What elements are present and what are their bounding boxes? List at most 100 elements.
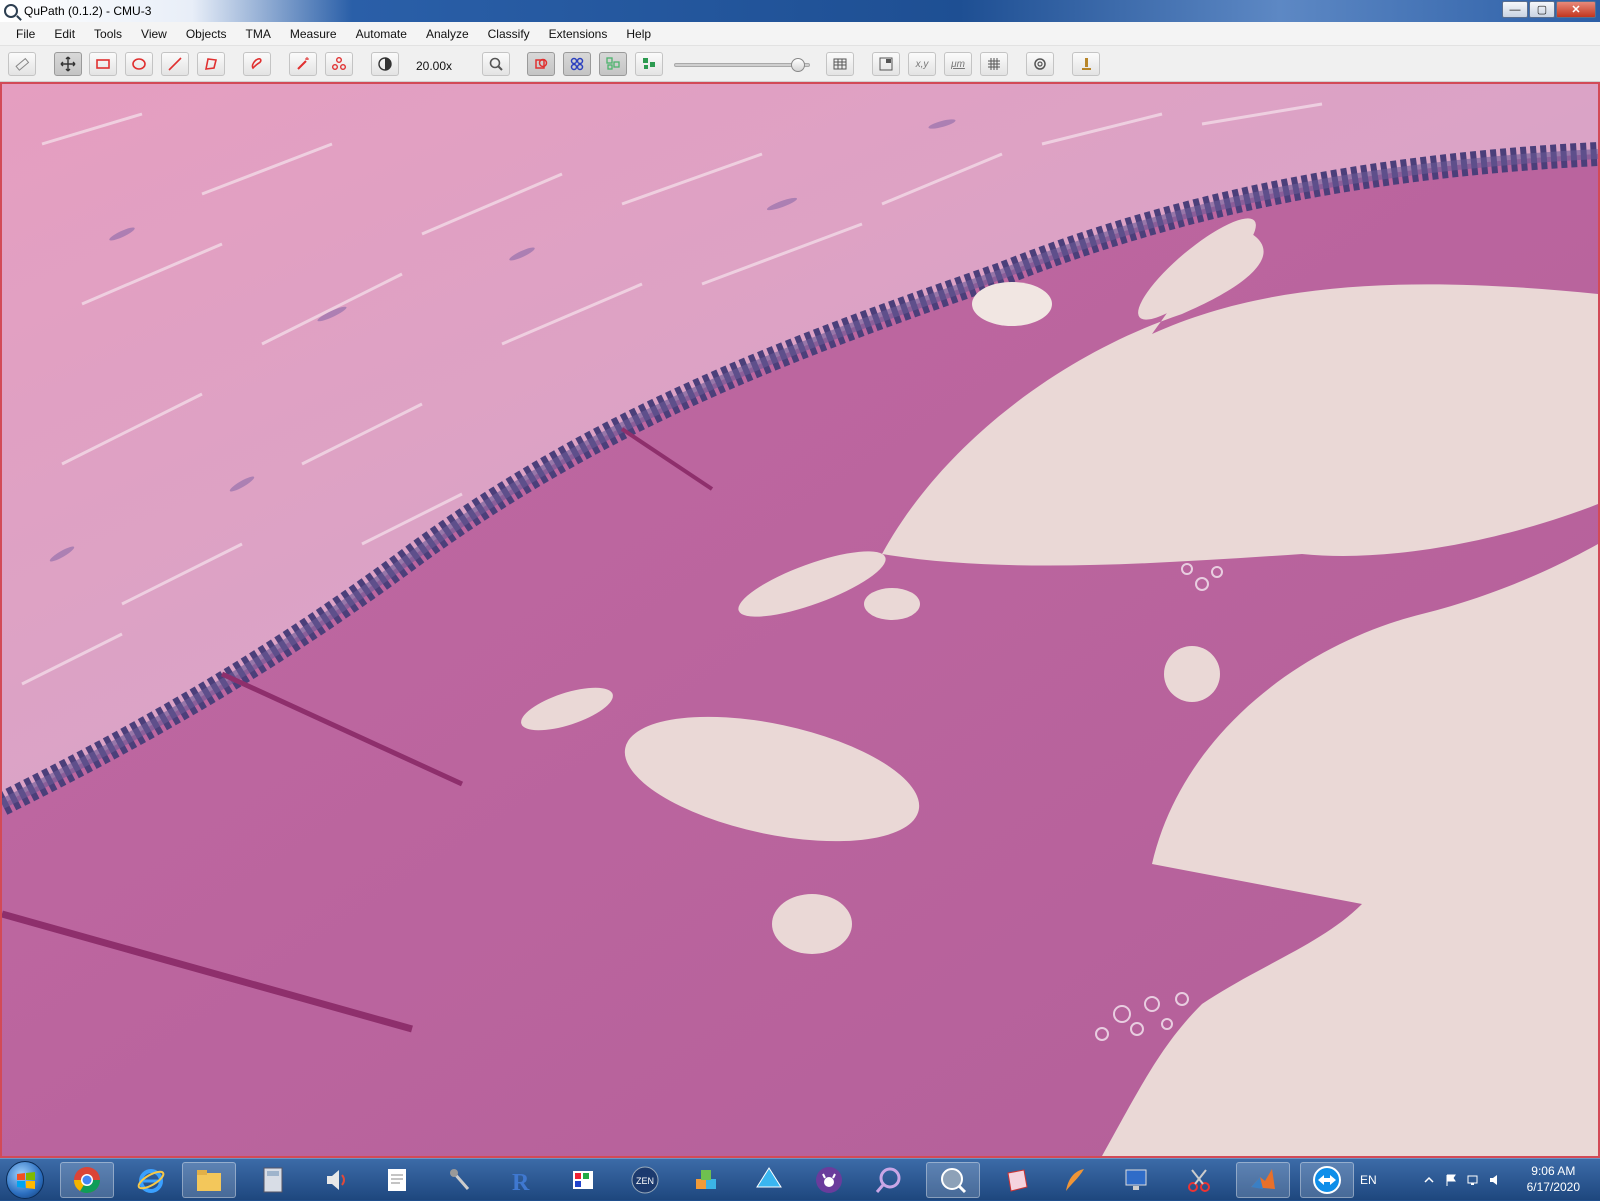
windows-logo-icon [17, 1172, 35, 1189]
restore-button[interactable]: ▢ [1529, 1, 1555, 18]
chrome-icon [73, 1167, 101, 1194]
rectangle-tool-button[interactable] [89, 52, 117, 76]
menu-tma[interactable]: TMA [246, 27, 271, 41]
menu-extensions[interactable]: Extensions [549, 27, 608, 41]
taskbar-remote-desktop[interactable] [1110, 1162, 1164, 1198]
tissue-icon [1007, 1169, 1028, 1192]
scalebar-label: μm [951, 58, 965, 70]
annotations-icon [535, 58, 548, 69]
table-icon [833, 58, 847, 70]
taskbar-snipping-tool[interactable] [1172, 1162, 1226, 1198]
rectangle-icon [96, 59, 110, 69]
show-hidden-icons-icon[interactable] [1422, 1173, 1436, 1187]
points-icon [332, 57, 346, 70]
opacity-slider[interactable] [674, 58, 810, 72]
speaker-tray-icon[interactable] [1488, 1173, 1502, 1187]
menu-edit[interactable]: Edit [54, 27, 75, 41]
ellipse-tool-button[interactable] [125, 52, 153, 76]
menu-tools[interactable]: Tools [94, 27, 122, 41]
line-tool-button[interactable] [161, 52, 189, 76]
minimize-button[interactable]: — [1502, 1, 1528, 18]
taskbar-delta-app[interactable] [742, 1162, 796, 1198]
show-scalebar-button[interactable]: μm [944, 52, 972, 76]
taskbar-internet-explorer[interactable] [124, 1162, 178, 1198]
coordinates-label: x,y [915, 58, 929, 70]
menu-objects[interactable]: Objects [186, 27, 227, 41]
magnifier-lens-icon [875, 1167, 901, 1193]
cubes-icon [696, 1170, 716, 1189]
taskbar-volume-mixer[interactable] [310, 1162, 364, 1198]
menu-classify[interactable]: Classify [488, 27, 530, 41]
ruler-icon [15, 57, 30, 71]
taskbar-notepad[interactable] [370, 1162, 424, 1198]
show-annotations-button[interactable] [527, 52, 555, 76]
menu-file[interactable]: File [16, 27, 35, 41]
slide-image[interactable] [2, 84, 1598, 1156]
show-detections-button[interactable] [599, 52, 627, 76]
preferences-button[interactable] [1026, 52, 1054, 76]
folder-icon [197, 1170, 221, 1191]
qupath-logo-icon [4, 4, 18, 18]
taskbar-tissue-viewer[interactable] [990, 1162, 1044, 1198]
taskbar-calculator[interactable] [246, 1162, 300, 1198]
zoom-level-label[interactable]: 20.00x [416, 59, 452, 73]
magnifier-icon [489, 57, 503, 71]
flag-icon[interactable] [1444, 1173, 1458, 1187]
diamond-icon [756, 1167, 782, 1188]
show-cursor-location-button[interactable]: x,y [908, 52, 936, 76]
menu-analyze[interactable]: Analyze [426, 27, 469, 41]
taskbar-zen[interactable]: ZEN [618, 1162, 672, 1198]
brightness-contrast-button[interactable] [371, 52, 399, 76]
language-indicator[interactable]: EN [1360, 1173, 1377, 1187]
menu-automate[interactable]: Automate [356, 27, 407, 41]
cat-icon [816, 1167, 842, 1193]
menu-help[interactable]: Help [626, 27, 651, 41]
show-tma-grid-button[interactable] [563, 52, 591, 76]
tma-grid-icon [570, 57, 584, 71]
taskbar-paint[interactable] [556, 1162, 610, 1198]
move-tool-button[interactable] [54, 52, 82, 76]
taskbar-qupath-lens[interactable] [862, 1162, 916, 1198]
analysis-pane-button[interactable] [1072, 52, 1100, 76]
taskbar-cat-app[interactable] [802, 1162, 856, 1198]
show-grid-button[interactable] [980, 52, 1008, 76]
microphone-icon [450, 1169, 470, 1190]
scissors-icon [1188, 1169, 1210, 1192]
notepad-icon [388, 1169, 406, 1191]
toolbar: 20.00x x,y μm [0, 46, 1600, 82]
grid-icon [988, 58, 1000, 70]
fill-detections-button[interactable] [635, 52, 663, 76]
wand-tool-button[interactable] [289, 52, 317, 76]
taskbar-microphone[interactable] [434, 1162, 488, 1198]
close-button[interactable]: ✕ [1556, 1, 1596, 18]
menu-measure[interactable]: Measure [290, 27, 337, 41]
taskbar-qupath[interactable] [926, 1162, 980, 1198]
paint-icon [573, 1171, 593, 1189]
show-overview-button[interactable] [872, 52, 900, 76]
brush-tool-button[interactable] [243, 52, 271, 76]
zen-icon: ZEN [631, 1166, 659, 1194]
measure-tool-button[interactable] [8, 52, 36, 76]
taskbar-r-language[interactable]: R [494, 1162, 548, 1198]
clock-time: 9:06 AM [1531, 1164, 1576, 1178]
microscope-icon [1082, 58, 1091, 70]
points-tool-button[interactable] [325, 52, 353, 76]
taskbar-chrome[interactable] [60, 1162, 114, 1198]
taskbar-cubes-app[interactable] [680, 1162, 734, 1198]
taskbar-edit-app[interactable] [1048, 1162, 1102, 1198]
menu-view[interactable]: View [141, 27, 167, 41]
network-icon[interactable] [1466, 1173, 1480, 1187]
detections-filled-icon [643, 58, 655, 69]
polygon-tool-button[interactable] [197, 52, 225, 76]
show-measurements-button[interactable] [826, 52, 854, 76]
taskbar-matlab[interactable] [1236, 1162, 1290, 1198]
zoom-to-fit-button[interactable] [482, 52, 510, 76]
taskbar-file-explorer[interactable] [182, 1162, 236, 1198]
start-button[interactable] [6, 1161, 44, 1199]
gear-icon [1034, 58, 1046, 70]
matlab-icon [1251, 1169, 1275, 1189]
system-clock[interactable]: 9:06 AM 6/17/2020 [1527, 1163, 1580, 1195]
opacity-slider-thumb[interactable] [790, 58, 805, 72]
image-viewer[interactable] [0, 82, 1600, 1158]
taskbar: R ZEN EN 9:06 AM 6/17/2020 [0, 1158, 1600, 1200]
